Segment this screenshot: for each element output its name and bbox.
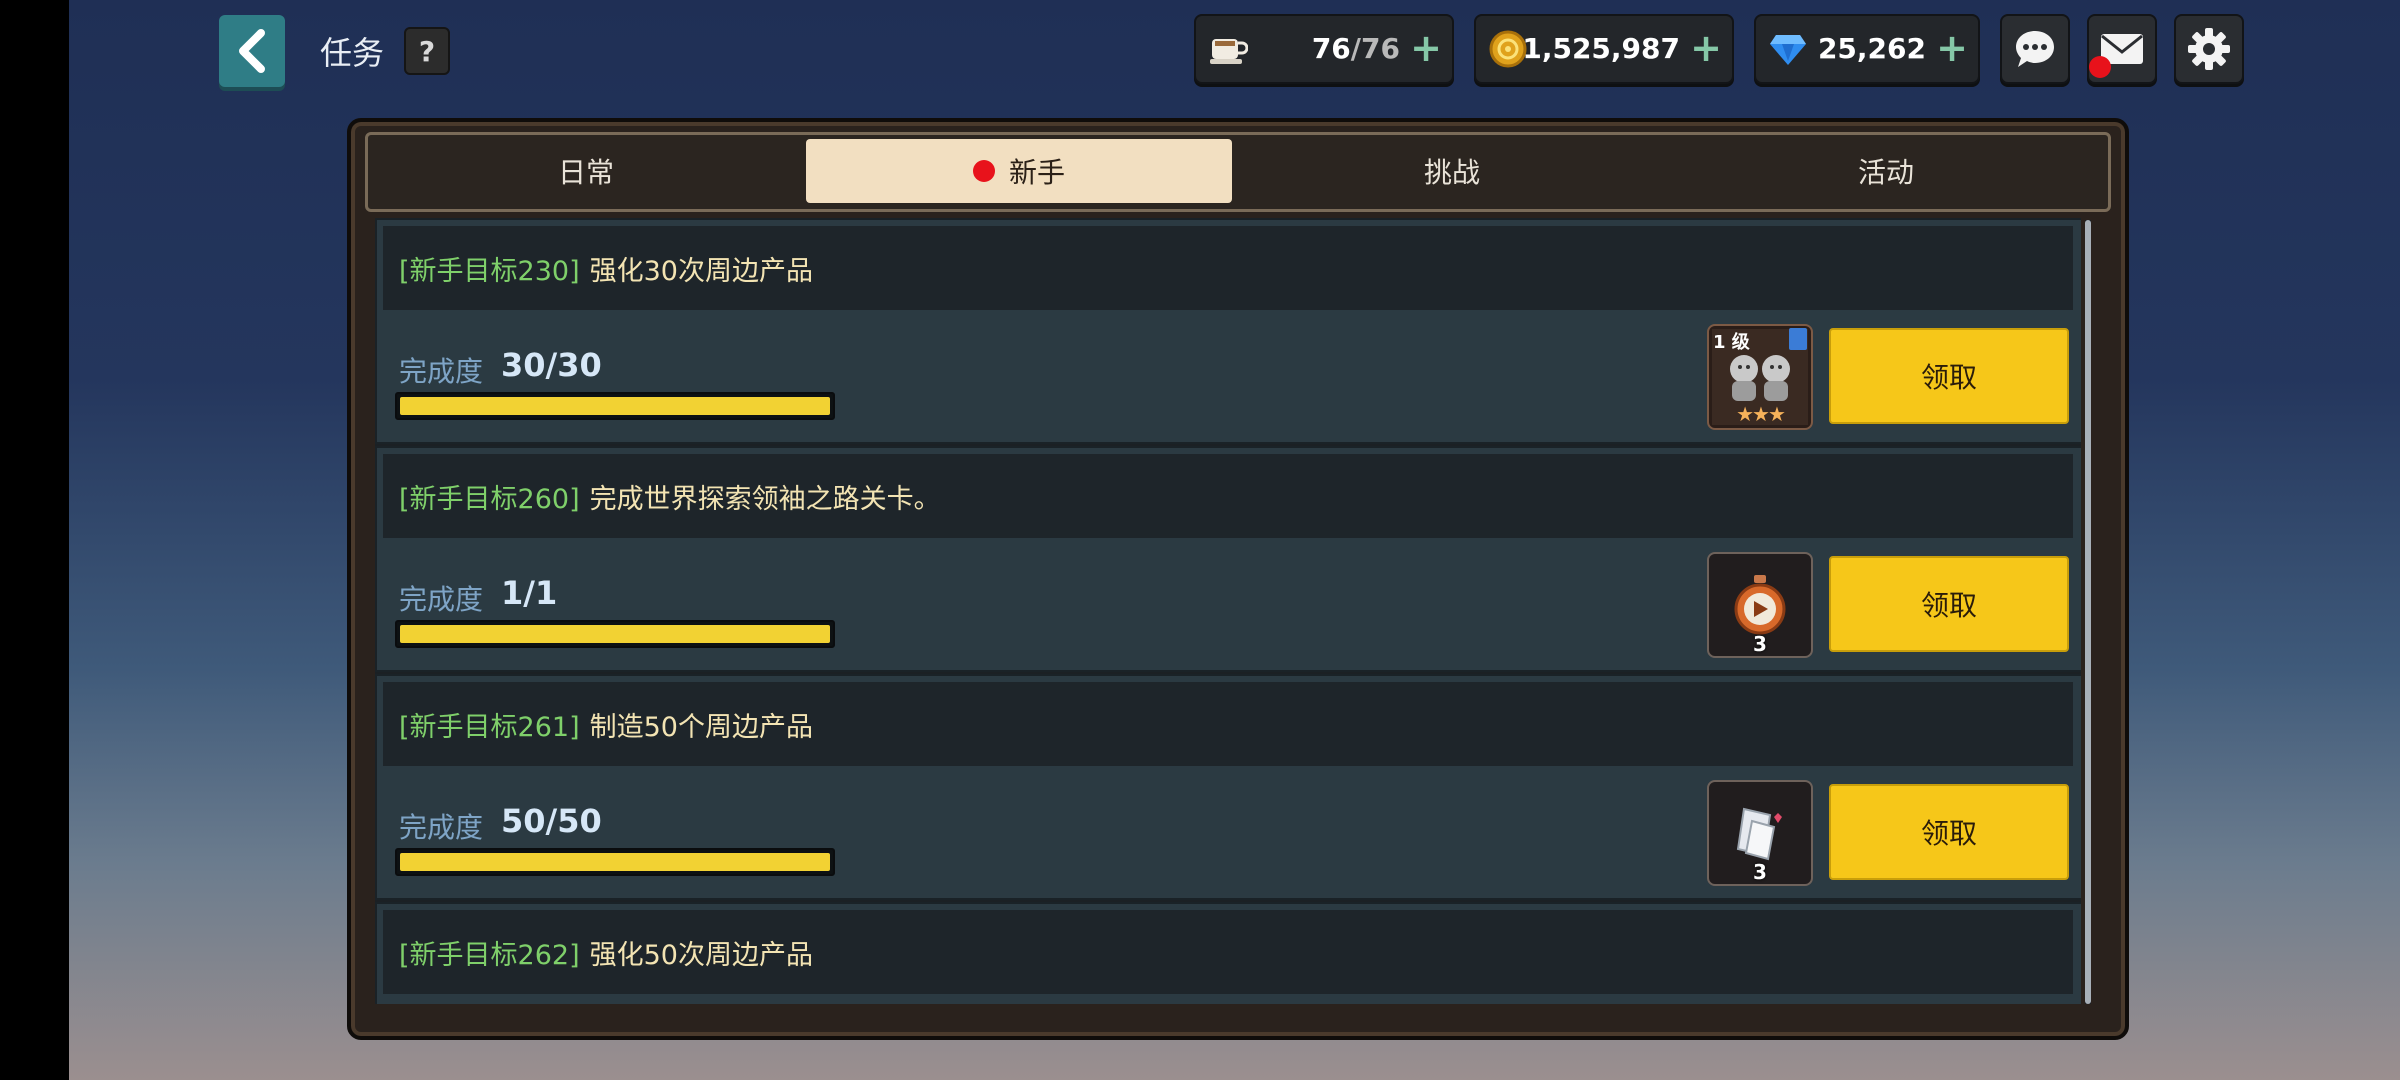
reward-slot[interactable]: 3 — [1707, 552, 1813, 658]
progress-label: 完成度 — [399, 811, 484, 844]
quest-header: [新手目标260] 完成世界探索领袖之路关卡。 — [383, 454, 2073, 538]
quest-tag: [新手目标261] — [399, 711, 580, 743]
add-diamond-button[interactable]: + — [1936, 26, 1968, 70]
reward-slot[interactable]: 3 — [1707, 780, 1813, 886]
progress-bar — [395, 848, 835, 876]
mail-alert-dot — [2089, 56, 2111, 78]
quest-tag: [新手目标260] — [399, 483, 580, 515]
quest-description: 强化30次周边产品 — [589, 255, 813, 287]
tab-event[interactable]: 活动 — [1674, 139, 2098, 203]
tab-daily-label: 日常 — [557, 156, 614, 189]
quest-panel: 日常 新手 挑战 活动 [新手目标230] 强化30次周边产品 完成度 30/3… — [347, 118, 2129, 1040]
claim-button[interactable]: 领取 — [1829, 556, 2069, 652]
progress-bar-fill — [400, 625, 830, 643]
stamina-value: 76 — [1311, 32, 1351, 65]
quest-list[interactable]: [新手目标230] 强化30次周边产品 完成度 30/30 1 级 ★★★ 领取… — [375, 218, 2081, 1004]
game-scene: 任务 ? 76/76 + 1,525,987 + 25,262 + 日常 新手 … — [69, 0, 2400, 1080]
progress-value: 50/50 — [501, 802, 602, 840]
progress-bar-fill — [400, 853, 830, 871]
tab-challenge-label: 挑战 — [1423, 156, 1480, 189]
quest-item: [新手目标260] 完成世界探索领袖之路关卡。 完成度 1/1 3 领取 — [375, 446, 2081, 672]
tab-alert-dot — [972, 160, 995, 182]
mail-button[interactable] — [2087, 14, 2157, 84]
tab-daily[interactable]: 日常 — [374, 139, 798, 203]
progress-bar — [395, 392, 835, 420]
progress-bar-fill — [400, 397, 830, 415]
quest-tabs: 日常 新手 挑战 活动 — [365, 132, 2111, 212]
back-button[interactable] — [219, 15, 285, 87]
reward-count: 3 — [1753, 632, 1767, 656]
progress-value: 30/30 — [501, 346, 602, 384]
reward-level: 1 级 — [1713, 332, 1750, 353]
settings-button[interactable] — [2174, 14, 2244, 84]
chat-button[interactable] — [2000, 14, 2070, 84]
quest-description: 完成世界探索领袖之路关卡。 — [589, 483, 941, 515]
tab-event-label: 活动 — [1857, 156, 1914, 189]
quest-item: [新手目标261] 制造50个周边产品 完成度 50/50 3 领取 — [375, 674, 2081, 900]
coffee-cup-icon — [1206, 27, 1250, 71]
add-gold-button[interactable]: + — [1690, 26, 1722, 70]
gear-icon — [2188, 28, 2230, 70]
help-button[interactable]: ? — [404, 27, 450, 75]
stamina-max: /76 — [1350, 32, 1400, 65]
chevron-left-icon — [239, 29, 265, 73]
quest-header: [新手目标230] 强化30次周边产品 — [383, 226, 2073, 310]
chat-bubble-icon — [2016, 31, 2054, 67]
stopwatch-icon — [1734, 575, 1786, 635]
progress-label: 完成度 — [399, 355, 484, 388]
progress-value: 1/1 — [501, 574, 558, 612]
reward-stars: ★★★ — [1736, 402, 1786, 426]
material-ticket-icon — [1736, 807, 1782, 861]
gold-counter: 1,525,987 + — [1474, 14, 1734, 84]
tab-newbie-label: 新手 — [1008, 156, 1065, 189]
progress-label: 完成度 — [399, 583, 484, 616]
quest-list-scrollbar[interactable] — [2085, 220, 2091, 1004]
quest-item: [新手目标262] 强化50次周边产品 — [375, 902, 2081, 1004]
gold-value: 1,525,987 — [1522, 32, 1680, 65]
add-stamina-button[interactable]: + — [1410, 26, 1442, 70]
claim-button[interactable]: 领取 — [1829, 784, 2069, 880]
tab-challenge[interactable]: 挑战 — [1240, 139, 1664, 203]
quest-description: 制造50个周边产品 — [589, 711, 813, 743]
reward-count: 3 — [1753, 860, 1767, 884]
diamond-icon — [1766, 27, 1810, 71]
reward-slot[interactable]: 1 级 ★★★ — [1707, 324, 1813, 430]
quest-tag: [新手目标262] — [399, 939, 580, 971]
page-title: 任务 — [320, 34, 385, 72]
scrollbar-thumb[interactable] — [2085, 220, 2091, 1004]
diamond-value: 25,262 — [1817, 32, 1926, 65]
claim-button[interactable]: 领取 — [1829, 328, 2069, 424]
quest-header: [新手目标262] 强化50次周边产品 — [383, 910, 2073, 994]
progress-bar — [395, 620, 835, 648]
stamina-counter: 76/76 + — [1194, 14, 1454, 84]
quest-tag: [新手目标230] — [399, 255, 580, 287]
quest-header: [新手目标261] 制造50个周边产品 — [383, 682, 2073, 766]
quest-description: 强化50次周边产品 — [589, 939, 813, 971]
character-badge-icon — [1789, 328, 1807, 350]
quest-item: [新手目标230] 强化30次周边产品 完成度 30/30 1 级 ★★★ 领取 — [375, 218, 2081, 444]
diamond-counter: 25,262 + — [1754, 14, 1980, 84]
tab-newbie[interactable]: 新手 — [806, 139, 1232, 203]
